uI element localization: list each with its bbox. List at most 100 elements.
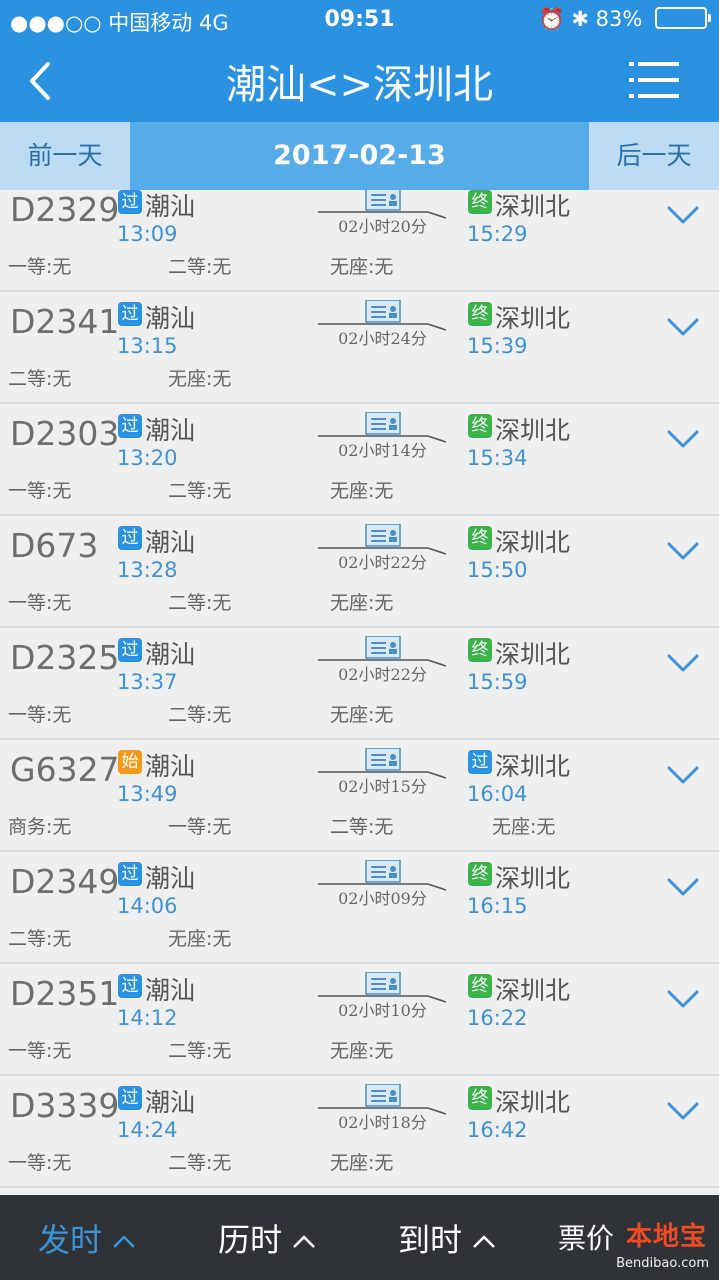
- seat-availability: 二等:无: [168, 256, 232, 278]
- page-title: 潮汕<>深圳北: [225, 62, 494, 108]
- battery-icon: [655, 7, 711, 29]
- to-station: 深圳北: [495, 752, 571, 781]
- departure-time: 13:09: [117, 222, 178, 246]
- seat-availability: 无座:无: [330, 592, 394, 614]
- departure-time: 13:28: [117, 558, 178, 582]
- arrival-time: 15:39: [467, 334, 528, 358]
- sort-tab-departure[interactable]: 发时: [38, 1215, 136, 1261]
- seat-availability: 二等:无: [168, 1040, 232, 1062]
- seat-availability: 无座:无: [168, 928, 232, 950]
- from-station: 潮汕: [145, 528, 196, 557]
- seat-availability: 一等:无: [8, 704, 72, 726]
- to-station-badge: 终: [468, 302, 492, 326]
- train-row[interactable]: D2349 过潮汕 14:06 02小时09分 终深圳北 16:15 二等:无 无座:无: [0, 854, 719, 964]
- train-row[interactable]: D2303 过潮汕 13:20 02小时14分 终深圳北 15:34 一等:无 二等:无 无座:…: [0, 406, 719, 516]
- sort-tab-duration[interactable]: 历时: [218, 1215, 316, 1261]
- from-station-badge: 过: [118, 974, 142, 998]
- from-station: 潮汕: [145, 976, 196, 1005]
- seat-availability: 二等:无: [168, 592, 232, 614]
- to-station: 深圳北: [495, 864, 571, 893]
- chevron-down-icon[interactable]: [666, 764, 700, 786]
- train-row[interactable]: D2351 过潮汕 14:12 02小时10分 终深圳北 16:22 一等:无 二等:无 无座:…: [0, 966, 719, 1076]
- from-station-badge: 过: [118, 414, 142, 438]
- status-bar: ●●●○○ 中国移动 4G 09:51 ⏰ ✱ 83%: [0, 0, 719, 40]
- departure-time: 14:24: [117, 1118, 178, 1142]
- seat-availability: 二等:无: [168, 704, 232, 726]
- arrival-time: 15:34: [467, 446, 528, 470]
- train-row[interactable]: D673 过潮汕 13:28 02小时22分 终深圳北 15:50 一等:无 二等:无 无座:无: [0, 518, 719, 628]
- seat-availability: 商务:无: [8, 816, 72, 838]
- to-station: 深圳北: [495, 976, 571, 1005]
- train-number: G6327: [10, 750, 120, 789]
- train-number: D3339: [10, 1086, 120, 1125]
- chevron-down-icon[interactable]: [666, 540, 700, 562]
- arrival-time: 16:22: [467, 1006, 528, 1030]
- from-station-badge: 始: [118, 750, 142, 774]
- train-number: D2341: [10, 302, 120, 341]
- from-station-badge: 过: [118, 190, 142, 214]
- chevron-down-icon[interactable]: [666, 876, 700, 898]
- chevron-down-icon[interactable]: [666, 428, 700, 450]
- seat-availability: 一等:无: [8, 1152, 72, 1174]
- chevron-down-icon[interactable]: [666, 204, 700, 226]
- to-station-badge: 终: [468, 862, 492, 886]
- departure-time: 14:06: [117, 894, 178, 918]
- train-number: D673: [10, 526, 99, 565]
- seat-availability: 无座:无: [330, 480, 394, 502]
- train-row[interactable]: D2329 过潮汕 13:09 02小时20分 终深圳北 15:29 一等:无 二等:无 无座:…: [0, 190, 719, 292]
- chevron-down-icon[interactable]: [666, 652, 700, 674]
- next-day-button[interactable]: 后一天: [589, 122, 719, 190]
- caret-up-icon: [473, 1235, 495, 1248]
- caret-up-icon: [113, 1235, 135, 1248]
- train-row[interactable]: D3339 过潮汕 14:24 02小时18分 终深圳北 16:42 一等:无 二等:无 无座:…: [0, 1078, 719, 1188]
- to-station-badge: 过: [468, 750, 492, 774]
- from-station-badge: 过: [118, 862, 142, 886]
- from-station-badge: 过: [118, 638, 142, 662]
- to-station: 深圳北: [495, 416, 571, 445]
- seat-availability: 无座:无: [330, 1040, 394, 1062]
- from-station: 潮汕: [145, 752, 196, 781]
- train-row[interactable]: G6327 始潮汕 13:49 02小时15分 过深圳北 16:04 商务:无 一等:无 二等:…: [0, 742, 719, 852]
- travel-duration: 02小时14分: [338, 441, 427, 460]
- train-number: D2351: [10, 974, 120, 1013]
- to-station-badge: 终: [468, 974, 492, 998]
- train-list[interactable]: D2329 过潮汕 13:09 02小时20分终深圳北 15:29 一等:无 二等:无 无座:…: [0, 190, 719, 1195]
- sort-tab-arrival[interactable]: 到时: [398, 1215, 496, 1261]
- train-row[interactable]: D2325 过潮汕 13:37 02小时22分 终深圳北 15:59 一等:无 二等:无 无座:…: [0, 630, 719, 740]
- chevron-down-icon[interactable]: [666, 1100, 700, 1122]
- chevron-down-icon[interactable]: [666, 988, 700, 1010]
- to-station-badge: 终: [468, 638, 492, 662]
- chevron-down-icon[interactable]: [666, 316, 700, 338]
- from-station: 潮汕: [145, 864, 196, 893]
- departure-time: 13:20: [117, 446, 178, 470]
- arrival-time: 15:59: [467, 670, 528, 694]
- seat-availability: 一等:无: [8, 592, 72, 614]
- train-number: D2349: [10, 862, 120, 901]
- travel-duration: 02小时22分: [338, 553, 427, 572]
- from-station: 潮汕: [145, 1088, 196, 1117]
- caret-up-icon: [293, 1235, 315, 1248]
- seat-availability: 一等:无: [168, 816, 232, 838]
- seat-availability: 一等:无: [8, 480, 72, 502]
- travel-duration: 02小时22分: [338, 665, 427, 684]
- seat-availability: 无座:无: [168, 368, 232, 390]
- travel-duration: 02小时18分: [338, 1113, 427, 1132]
- arrival-time: 15:29: [467, 222, 528, 246]
- departure-time: 13:37: [117, 670, 178, 694]
- menu-icon[interactable]: [629, 60, 679, 100]
- from-station-badge: 过: [118, 302, 142, 326]
- arrival-time: 16:42: [467, 1118, 528, 1142]
- to-station: 深圳北: [495, 192, 571, 221]
- nav-bar: 潮汕<>深圳北: [0, 40, 719, 122]
- travel-duration: 02小时15分: [338, 777, 427, 796]
- train-number: D2325: [10, 638, 120, 677]
- from-station-badge: 过: [118, 526, 142, 550]
- from-station: 潮汕: [145, 192, 196, 221]
- prev-day-button[interactable]: 前一天: [0, 122, 130, 190]
- from-station: 潮汕: [145, 640, 196, 669]
- arrival-time: 16:04: [467, 782, 528, 806]
- selected-date[interactable]: 2017-02-13: [130, 122, 589, 190]
- train-row[interactable]: D2341 过潮汕 13:15 02小时24分 终深圳北 15:39 二等:无 无座:无: [0, 294, 719, 404]
- to-station: 深圳北: [495, 528, 571, 557]
- seat-availability: 无座:无: [330, 1152, 394, 1174]
